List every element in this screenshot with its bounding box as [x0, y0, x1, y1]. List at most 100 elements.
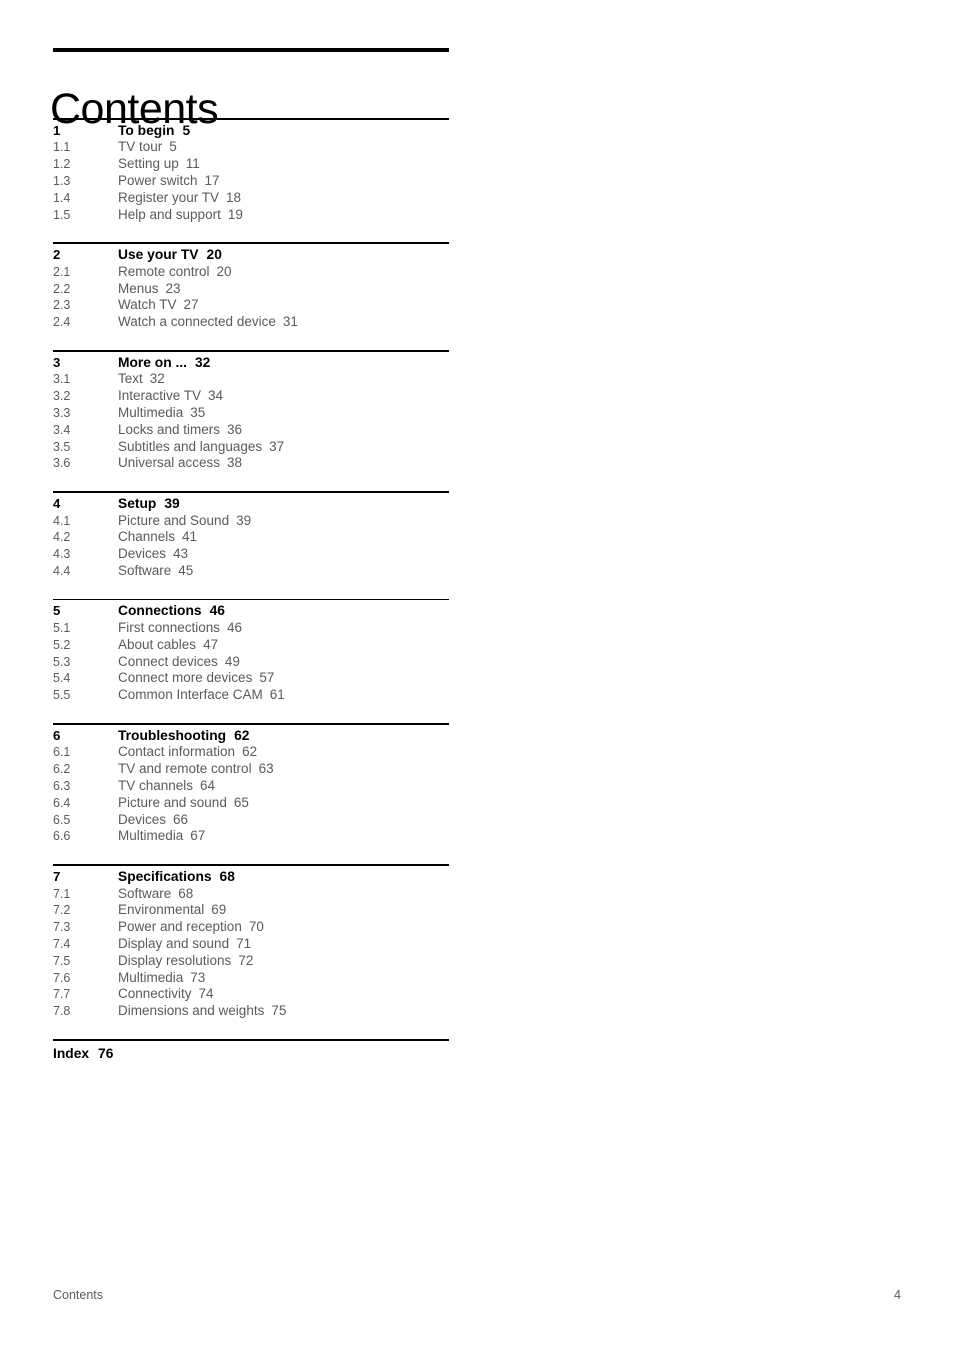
toc-entry-row[interactable]: 1.5 Help and support 19	[53, 207, 449, 224]
toc-entry-row[interactable]: 1.1 TV tour 5	[53, 139, 449, 156]
toc-entry-row[interactable]: 1.3 Power switch 17	[53, 173, 449, 190]
toc-entry-number: 3.2	[53, 389, 71, 404]
toc-entry-label: Universal access	[118, 455, 221, 471]
toc-entry-label: Subtitles and languages	[118, 438, 263, 454]
toc-entry-page: 70	[248, 919, 264, 935]
toc-entry-label: Locks and timers	[118, 421, 221, 437]
toc-entry-row[interactable]: 3.3 Multimedia 35	[53, 405, 449, 422]
toc-entry-page: 57	[259, 670, 275, 686]
toc-entry-row[interactable]: 5.5 Common Interface CAM 61	[53, 687, 449, 704]
toc-entry-number: 4.3	[53, 547, 71, 562]
toc-group-spacer	[53, 704, 449, 723]
toc-entry-label: Menus	[118, 280, 159, 296]
toc-entry-row[interactable]: 2.1 Remote control 20	[53, 264, 449, 281]
toc-entry-number: 5.5	[53, 688, 71, 703]
toc-entry-page: 75	[271, 1003, 287, 1019]
toc-group-rule	[53, 349, 449, 352]
toc-entry-number: 7.4	[53, 937, 71, 952]
toc-entry-row[interactable]: 6.2 TV and remote control 63	[53, 761, 449, 778]
toc-entry-number: 3.5	[53, 439, 71, 454]
toc-entry-page: 35	[190, 404, 206, 420]
toc-chapter-number: 4	[53, 495, 61, 511]
toc-entry-row[interactable]: 1.4 Register your TV 18	[53, 190, 449, 207]
toc-entry-row[interactable]: 7.7 Connectivity 74	[53, 986, 449, 1003]
toc-entry-number: 6.2	[53, 762, 71, 777]
toc-chapter-page: 5	[182, 122, 191, 138]
toc-entry-row[interactable]: 6.1 Contact information 62	[53, 744, 449, 761]
toc-entry-row[interactable]: 5.4 Connect more devices 57	[53, 670, 449, 687]
toc-chapter-row[interactable]: 7 Specifications 68	[53, 869, 449, 886]
toc-chapter-row[interactable]: 1 To begin 5	[53, 123, 449, 140]
toc-chapter-page: 62	[234, 727, 250, 743]
toc-entry-row[interactable]: 3.6 Universal access 38	[53, 455, 449, 472]
toc-entry-row[interactable]: 3.2 Interactive TV 34	[53, 388, 449, 405]
toc-entry-number: 7.7	[53, 987, 71, 1002]
toc-entry-row[interactable]: 5.2 About cables 47	[53, 637, 449, 654]
document-page: Contents 1 To begin 5 1.1 TV tour 5 1.2 Setting…	[0, 0, 954, 1350]
toc-entry-page: 34	[208, 388, 224, 404]
toc-entry-row[interactable]: 6.5 Devices 66	[53, 812, 449, 829]
toc-entry-row[interactable]: 5.1 First connections 46	[53, 620, 449, 637]
toc-entry-label: Text	[118, 371, 143, 387]
toc-entry-row[interactable]: 2.4 Watch a connected device 31	[53, 314, 449, 331]
toc-entry-row[interactable]: 7.1 Software 68	[53, 886, 449, 903]
toc-group: 3 More on ... 32 3.1 Text 32 3.2 Interactive TV…	[53, 349, 449, 472]
toc-chapter-row[interactable]: 4 Setup 39	[53, 496, 449, 513]
toc-entry-row[interactable]: 4.4 Software 45	[53, 563, 449, 580]
toc-entry-label: Connect more devices	[118, 670, 253, 686]
toc-entry-row[interactable]: 4.2 Channels 41	[53, 529, 449, 546]
toc-entry-page: 27	[183, 297, 199, 313]
toc-entry-row[interactable]: 1.2 Setting up 11	[53, 156, 449, 173]
toc-group-spacer	[53, 223, 449, 242]
toc-entry-row[interactable]: 2.3 Watch TV 27	[53, 297, 449, 314]
toc-entry-number: 5.2	[53, 637, 71, 652]
toc-entry-row[interactable]: 7.2 Environmental 69	[53, 902, 449, 919]
toc-entry-number: 3.6	[53, 456, 71, 471]
toc-chapter-row[interactable]: 2 Use your TV 20	[53, 247, 449, 264]
toc-group-rule	[53, 242, 449, 244]
toc-entry-row[interactable]: 7.4 Display and sound 71	[53, 936, 449, 953]
toc-entry-row[interactable]: 4.3 Devices 43	[53, 546, 449, 563]
toc-entry-row[interactable]: 2.2 Menus 23	[53, 281, 449, 298]
toc-entry-row[interactable]: 6.4 Picture and sound 65	[53, 795, 449, 812]
toc-entry-page: 19	[227, 206, 243, 222]
toc-chapter-row[interactable]: 5 Connections 46	[53, 603, 449, 620]
toc-index-row[interactable]: Index 76	[53, 1045, 449, 1062]
toc-entry-row[interactable]: 7.6 Multimedia 73	[53, 970, 449, 987]
toc-chapter-page: 20	[206, 246, 222, 262]
toc-entry-row[interactable]: 4.1 Picture and Sound 39	[53, 513, 449, 530]
toc-entry-page: 68	[178, 885, 194, 901]
toc-group-rule	[53, 723, 449, 725]
toc-entry-label: Contact information	[118, 744, 236, 760]
toc-chapter-row[interactable]: 3 More on ... 32	[53, 355, 449, 372]
toc-entry-label: Power and reception	[118, 919, 242, 935]
toc-entry-label: Software	[118, 885, 172, 901]
toc-entry-number: 2.4	[53, 315, 71, 330]
toc-entry-row[interactable]: 7.5 Display resolutions 72	[53, 953, 449, 970]
toc-entry-row[interactable]: 7.8 Dimensions and weights 75	[53, 1003, 449, 1020]
toc-chapter-row[interactable]: 6 Troubleshooting 62	[53, 728, 449, 745]
toc-index-page: 76	[98, 1045, 114, 1061]
toc-entry-label: Dimensions and weights	[118, 1003, 265, 1019]
toc-group-rule	[53, 598, 449, 601]
toc-entry-number: 5.1	[53, 621, 71, 636]
toc-entry-page: 38	[227, 455, 243, 471]
toc-entry-label: TV and remote control	[118, 761, 252, 777]
toc-entry-row[interactable]: 3.1 Text 32	[53, 371, 449, 388]
toc-entry-row[interactable]: 7.3 Power and reception 70	[53, 919, 449, 936]
toc-entry-row[interactable]: 6.6 Multimedia 67	[53, 828, 449, 845]
toc-group-spacer	[53, 472, 449, 491]
toc-entry-page: 23	[165, 280, 181, 296]
toc-group-rule	[53, 491, 449, 493]
toc-entry-row[interactable]: 3.4 Locks and timers 36	[53, 422, 449, 439]
toc-entry-row[interactable]: 3.5 Subtitles and languages 37	[53, 439, 449, 456]
title-top-rule	[53, 48, 449, 52]
toc-entry-number: 3.4	[53, 422, 71, 437]
toc-entry-number: 6.1	[53, 745, 71, 760]
toc-group: 6 Troubleshooting 62 6.1 Contact information…	[53, 723, 449, 845]
toc-entry-page: 66	[173, 811, 189, 827]
toc-entry-row[interactable]: 5.3 Connect devices 49	[53, 654, 449, 671]
toc-entry-page: 18	[226, 189, 242, 205]
toc-entry-label: Remote control	[118, 263, 210, 279]
toc-entry-row[interactable]: 6.3 TV channels 64	[53, 778, 449, 795]
